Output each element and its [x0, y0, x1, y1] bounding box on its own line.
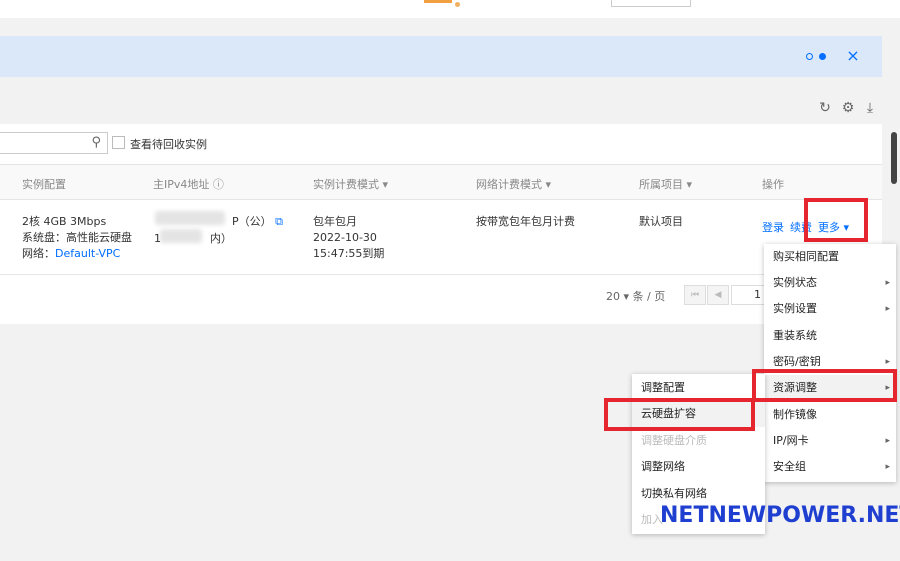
- redacted-ip: [160, 229, 202, 243]
- menu-item-security-group[interactable]: 安全组 ▸: [764, 454, 896, 480]
- header-billing[interactable]: 实例计费模式 ▾: [313, 176, 388, 192]
- redacted-ip: [155, 211, 225, 225]
- chevron-right-icon: ▸: [885, 357, 890, 367]
- instance-config: 2核 4GB 3Mbps 系统盘：高性能云硬盘 网络：Default-VPC: [22, 215, 132, 260]
- top-bar: [0, 0, 900, 18]
- network-billing-mode: 按带宽包年包月计费: [476, 215, 575, 228]
- chevron-right-icon: ▸: [885, 383, 890, 393]
- notification-dot: [455, 2, 460, 7]
- copy-icon[interactable]: ⧉: [275, 215, 283, 228]
- more-actions-button[interactable]: 更多 ▾: [818, 220, 849, 236]
- recycle-checkbox-label: 查看待回收实例: [130, 138, 207, 151]
- header-config: 实例配置: [22, 178, 66, 191]
- info-icon[interactable]: ⓘ: [213, 178, 224, 191]
- menu-item-instance-settings[interactable]: 实例设置 ▸: [764, 296, 896, 322]
- carousel-dot-2[interactable]: [819, 53, 826, 60]
- menu-item-resource-adjust[interactable]: 资源调整 ▸: [764, 375, 896, 401]
- more-actions-menu: 购买相同配置 实例状态 ▸ 实例设置 ▸ 重装系统 密码/密钥 ▸ 资源调整 ▸ 制作镜…: [764, 244, 896, 482]
- menu-item-create-image[interactable]: 制作镜像: [764, 402, 896, 428]
- chevron-right-icon: ▸: [885, 304, 890, 314]
- header-network-billing[interactable]: 网络计费模式 ▾: [476, 176, 551, 192]
- header-project[interactable]: 所属项目 ▾: [639, 176, 692, 192]
- public-ip-label: P（公） ⧉: [232, 215, 283, 228]
- menu-item-instance-status[interactable]: 实例状态 ▸: [764, 270, 896, 296]
- submenu-item-disk-expand[interactable]: 云硬盘扩容: [632, 401, 765, 427]
- table-row: 2核 4GB 3Mbps 系统盘：高性能云硬盘 网络：Default-VPC P…: [0, 201, 882, 275]
- search-icon[interactable]: ⚲: [91, 135, 101, 150]
- nav-active-indicator: [424, 0, 452, 3]
- filter-icon[interactable]: ▾: [546, 178, 552, 191]
- filter-icon[interactable]: ▾: [687, 178, 693, 191]
- menu-item-ip-nic[interactable]: IP/网卡 ▸: [764, 428, 896, 454]
- table-header: 实例配置 主IPv4地址 ⓘ 实例计费模式 ▾ 网络计费模式 ▾ 所属项目 ▾ …: [0, 164, 882, 200]
- submenu-item-adjust-network[interactable]: 调整网络: [632, 454, 765, 480]
- menu-item-buy-same[interactable]: 购买相同配置: [764, 244, 896, 270]
- top-search-input[interactable]: [611, 0, 691, 7]
- menu-item-reinstall[interactable]: 重装系统: [764, 323, 896, 349]
- page-scrollbar[interactable]: [891, 132, 897, 184]
- carousel-dot-1[interactable]: [806, 53, 813, 60]
- renew-link[interactable]: 续费: [790, 220, 812, 236]
- recycle-checkbox[interactable]: [112, 136, 125, 149]
- private-ip-label: 内）: [210, 232, 232, 245]
- watermark-text: NETNEWPOWER.NET: [660, 503, 900, 528]
- header-actions: 操作: [762, 178, 784, 191]
- header-ipv4: 主IPv4地址 ⓘ: [153, 178, 224, 191]
- vpc-link[interactable]: Default-VPC: [55, 247, 120, 260]
- search-input[interactable]: ⚲: [0, 132, 108, 154]
- submenu-item-adjust-config[interactable]: 调整配置: [632, 375, 765, 401]
- billing-mode: 包年包月 2022-10-30 15:47:55到期: [313, 215, 385, 260]
- close-icon[interactable]: ×: [845, 45, 861, 67]
- prev-page-icon[interactable]: ◀: [707, 285, 729, 305]
- page-size-select[interactable]: 20 ▾ 条 / 页: [606, 288, 665, 304]
- submenu-item-disk-media: 调整硬盘介质: [641, 434, 707, 447]
- refresh-icon[interactable]: ↻: [817, 100, 833, 116]
- menu-item-password-key[interactable]: 密码/密钥 ▸: [764, 349, 896, 375]
- chevron-right-icon: ▸: [885, 436, 890, 446]
- project-name: 默认项目: [639, 215, 683, 228]
- download-icon[interactable]: ⤓: [862, 100, 878, 116]
- notice-banner: ×: [0, 36, 882, 77]
- private-ip-prefix: 1: [154, 232, 161, 245]
- chevron-right-icon: ▸: [885, 462, 890, 472]
- login-link[interactable]: 登录: [762, 220, 784, 236]
- filter-icon[interactable]: ▾: [383, 178, 389, 191]
- instance-list-panel: ⚲ 查看待回收实例 实例配置 主IPv4地址 ⓘ 实例计费模式 ▾ 网络计费模式…: [0, 124, 882, 324]
- chevron-right-icon: ▸: [885, 278, 890, 288]
- settings-icon[interactable]: ⚙: [840, 100, 856, 116]
- first-page-icon[interactable]: ⏮: [684, 285, 706, 305]
